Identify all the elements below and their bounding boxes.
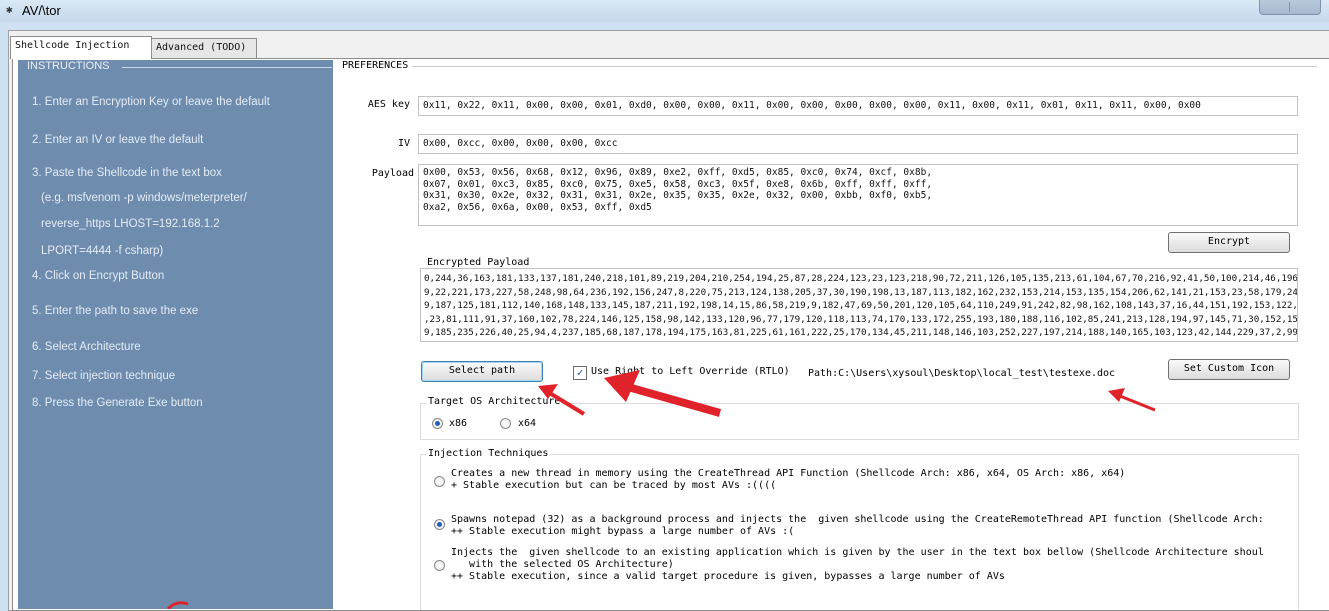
red-mark bbox=[166, 601, 189, 609]
annotation-arrows bbox=[166, 370, 1156, 609]
arrow-path-head bbox=[1108, 388, 1125, 402]
arrow-path bbox=[1119, 394, 1156, 412]
arrow-select-path bbox=[546, 390, 586, 416]
tab-shellcode-injection[interactable]: Shellcode Injection bbox=[10, 36, 152, 59]
arrow-rtlo bbox=[626, 383, 722, 417]
